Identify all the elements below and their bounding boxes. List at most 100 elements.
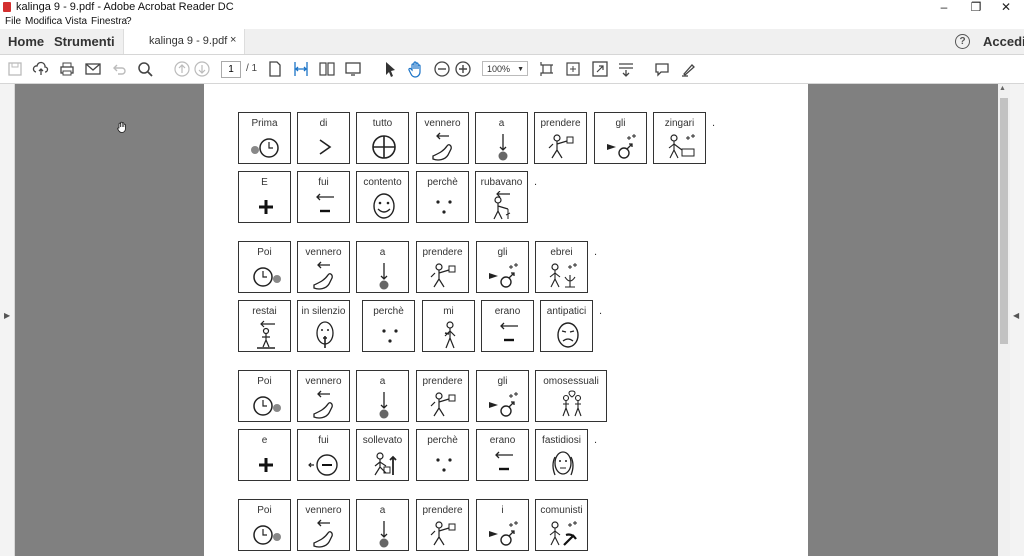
tab-tools[interactable]: Strumenti (54, 34, 115, 49)
tab-document[interactable]: kalinga 9 - 9.pdf × (123, 29, 245, 54)
help-icon[interactable]: ? (955, 34, 970, 49)
close-tab-icon[interactable]: × (230, 34, 236, 46)
minimize-button[interactable]: – (929, 0, 959, 15)
maximize-button[interactable]: ❐ (961, 0, 991, 15)
menu-modifica[interactable]: Modifica (25, 16, 62, 27)
sentence-period: . (594, 246, 598, 258)
page-number-input[interactable]: 1 (221, 61, 241, 78)
menu-file[interactable]: File (5, 16, 21, 27)
menu-bar: File Modifica Vista Finestra ? (0, 15, 1024, 29)
symbol-card: Poi (238, 370, 291, 422)
crop-icon[interactable] (538, 60, 556, 78)
plus-icon (258, 458, 273, 472)
symbol-card: perchè (416, 429, 469, 481)
symbol-card: vennero (416, 112, 469, 164)
presentation-icon[interactable] (344, 60, 362, 78)
symbol-word: ebrei (550, 247, 573, 258)
upload-cloud-icon[interactable] (32, 60, 50, 78)
signin-button[interactable]: Accedi (983, 34, 1024, 49)
symbol-card: restai (238, 300, 291, 352)
symbol-word: erano (494, 306, 521, 317)
symbol-word: vennero (305, 247, 342, 258)
symbol-word: E (261, 177, 268, 188)
symbol-card: perchè (416, 171, 469, 223)
vertical-scrollbar[interactable]: ▲ (998, 84, 1010, 556)
close-window-button[interactable]: ✕ (991, 0, 1021, 15)
symbol-word: prendere (422, 247, 463, 258)
symbol-card: a (356, 241, 409, 293)
symbol-card: a (356, 499, 409, 551)
person-grab-icon (430, 392, 455, 417)
person-grab-icon (430, 521, 455, 546)
arrow-male-icon (488, 521, 518, 546)
two-page-icon[interactable] (318, 60, 336, 78)
symbol-card: prendere (534, 112, 587, 164)
expand-right-icon[interactable]: ◀ (1013, 311, 1019, 320)
email-icon[interactable] (84, 60, 102, 78)
symbol-word: e (261, 435, 268, 446)
single-page-icon[interactable] (266, 60, 284, 78)
three-dots-icon (381, 329, 398, 343)
tab-bar: Home Strumenti kalinga 9 - 9.pdf × ? Acc… (0, 29, 1024, 55)
two-persons-icon (562, 390, 582, 417)
arrow-down-dot-icon (379, 521, 388, 548)
menu-help[interactable]: ? (126, 16, 132, 27)
symbol-card: tutto (356, 112, 409, 164)
comment-icon[interactable] (653, 60, 671, 78)
person-self-icon (444, 321, 455, 349)
hand-cursor-icon (117, 121, 126, 133)
arrow-male-icon (488, 263, 518, 288)
menu-vista[interactable]: Vista (65, 16, 87, 27)
tab-home[interactable]: Home (8, 34, 44, 49)
left-panel-toggle[interactable]: ▶ (0, 84, 15, 556)
fit-width-icon[interactable] (292, 60, 310, 78)
person-stand-icon (256, 320, 275, 349)
zoom-in-icon[interactable] (454, 60, 472, 78)
plus-icon (258, 200, 273, 214)
zoom-out-icon[interactable] (433, 60, 451, 78)
symbol-word: a (379, 505, 386, 516)
select-arrow-icon[interactable] (381, 60, 399, 78)
symbol-word: a (379, 247, 386, 258)
full-screen-icon[interactable] (591, 60, 609, 78)
symbol-card: ebrei (535, 241, 588, 293)
print-icon[interactable] (58, 60, 76, 78)
zoom-level-dropdown[interactable]: 100% ▼ (482, 61, 528, 76)
page-down-icon[interactable] (193, 60, 211, 78)
search-icon[interactable] (136, 60, 154, 78)
symbol-card: erano (476, 429, 529, 481)
symbol-card: rubavano (475, 171, 528, 223)
scroll-thumb[interactable] (1000, 98, 1008, 344)
highlight-icon[interactable] (680, 60, 698, 78)
clock-before-icon (250, 138, 279, 158)
hand-tool-icon[interactable] (407, 60, 425, 78)
symbol-word: mi (443, 306, 454, 317)
menu-finestra[interactable]: Finestra (91, 16, 127, 27)
symbol-word: vennero (305, 376, 342, 387)
expand-left-icon[interactable]: ▶ (4, 311, 10, 320)
symbol-card: gli (594, 112, 647, 164)
fit-page-icon[interactable] (564, 60, 582, 78)
save-icon[interactable] (6, 60, 24, 78)
arrow-minus-icon (494, 451, 513, 471)
undo-icon[interactable] (110, 60, 128, 78)
symbol-word: gli (497, 247, 508, 258)
symbol-word: a (498, 118, 505, 129)
symbol-card: di (297, 112, 350, 164)
scroll-icon[interactable] (617, 60, 635, 78)
right-panel-toggle[interactable]: ◀ (1010, 84, 1024, 556)
symbol-word: tutto (372, 118, 393, 129)
symbol-word: fui (318, 435, 329, 446)
symbol-word: erano (489, 435, 516, 446)
symbol-card: contento (356, 171, 409, 223)
symbol-card: prendere (416, 499, 469, 551)
arrow-minus-icon (315, 193, 334, 213)
symbol-word: Poi (257, 247, 272, 258)
page-up-icon[interactable] (173, 60, 191, 78)
face-hush-icon (315, 321, 334, 348)
symbol-word: restai (252, 306, 277, 317)
scroll-up-icon[interactable]: ▲ (999, 85, 1006, 92)
symbol-word: antipatici (546, 306, 587, 317)
symbol-word: prendere (540, 118, 581, 129)
symbol-card: gli (476, 370, 529, 422)
